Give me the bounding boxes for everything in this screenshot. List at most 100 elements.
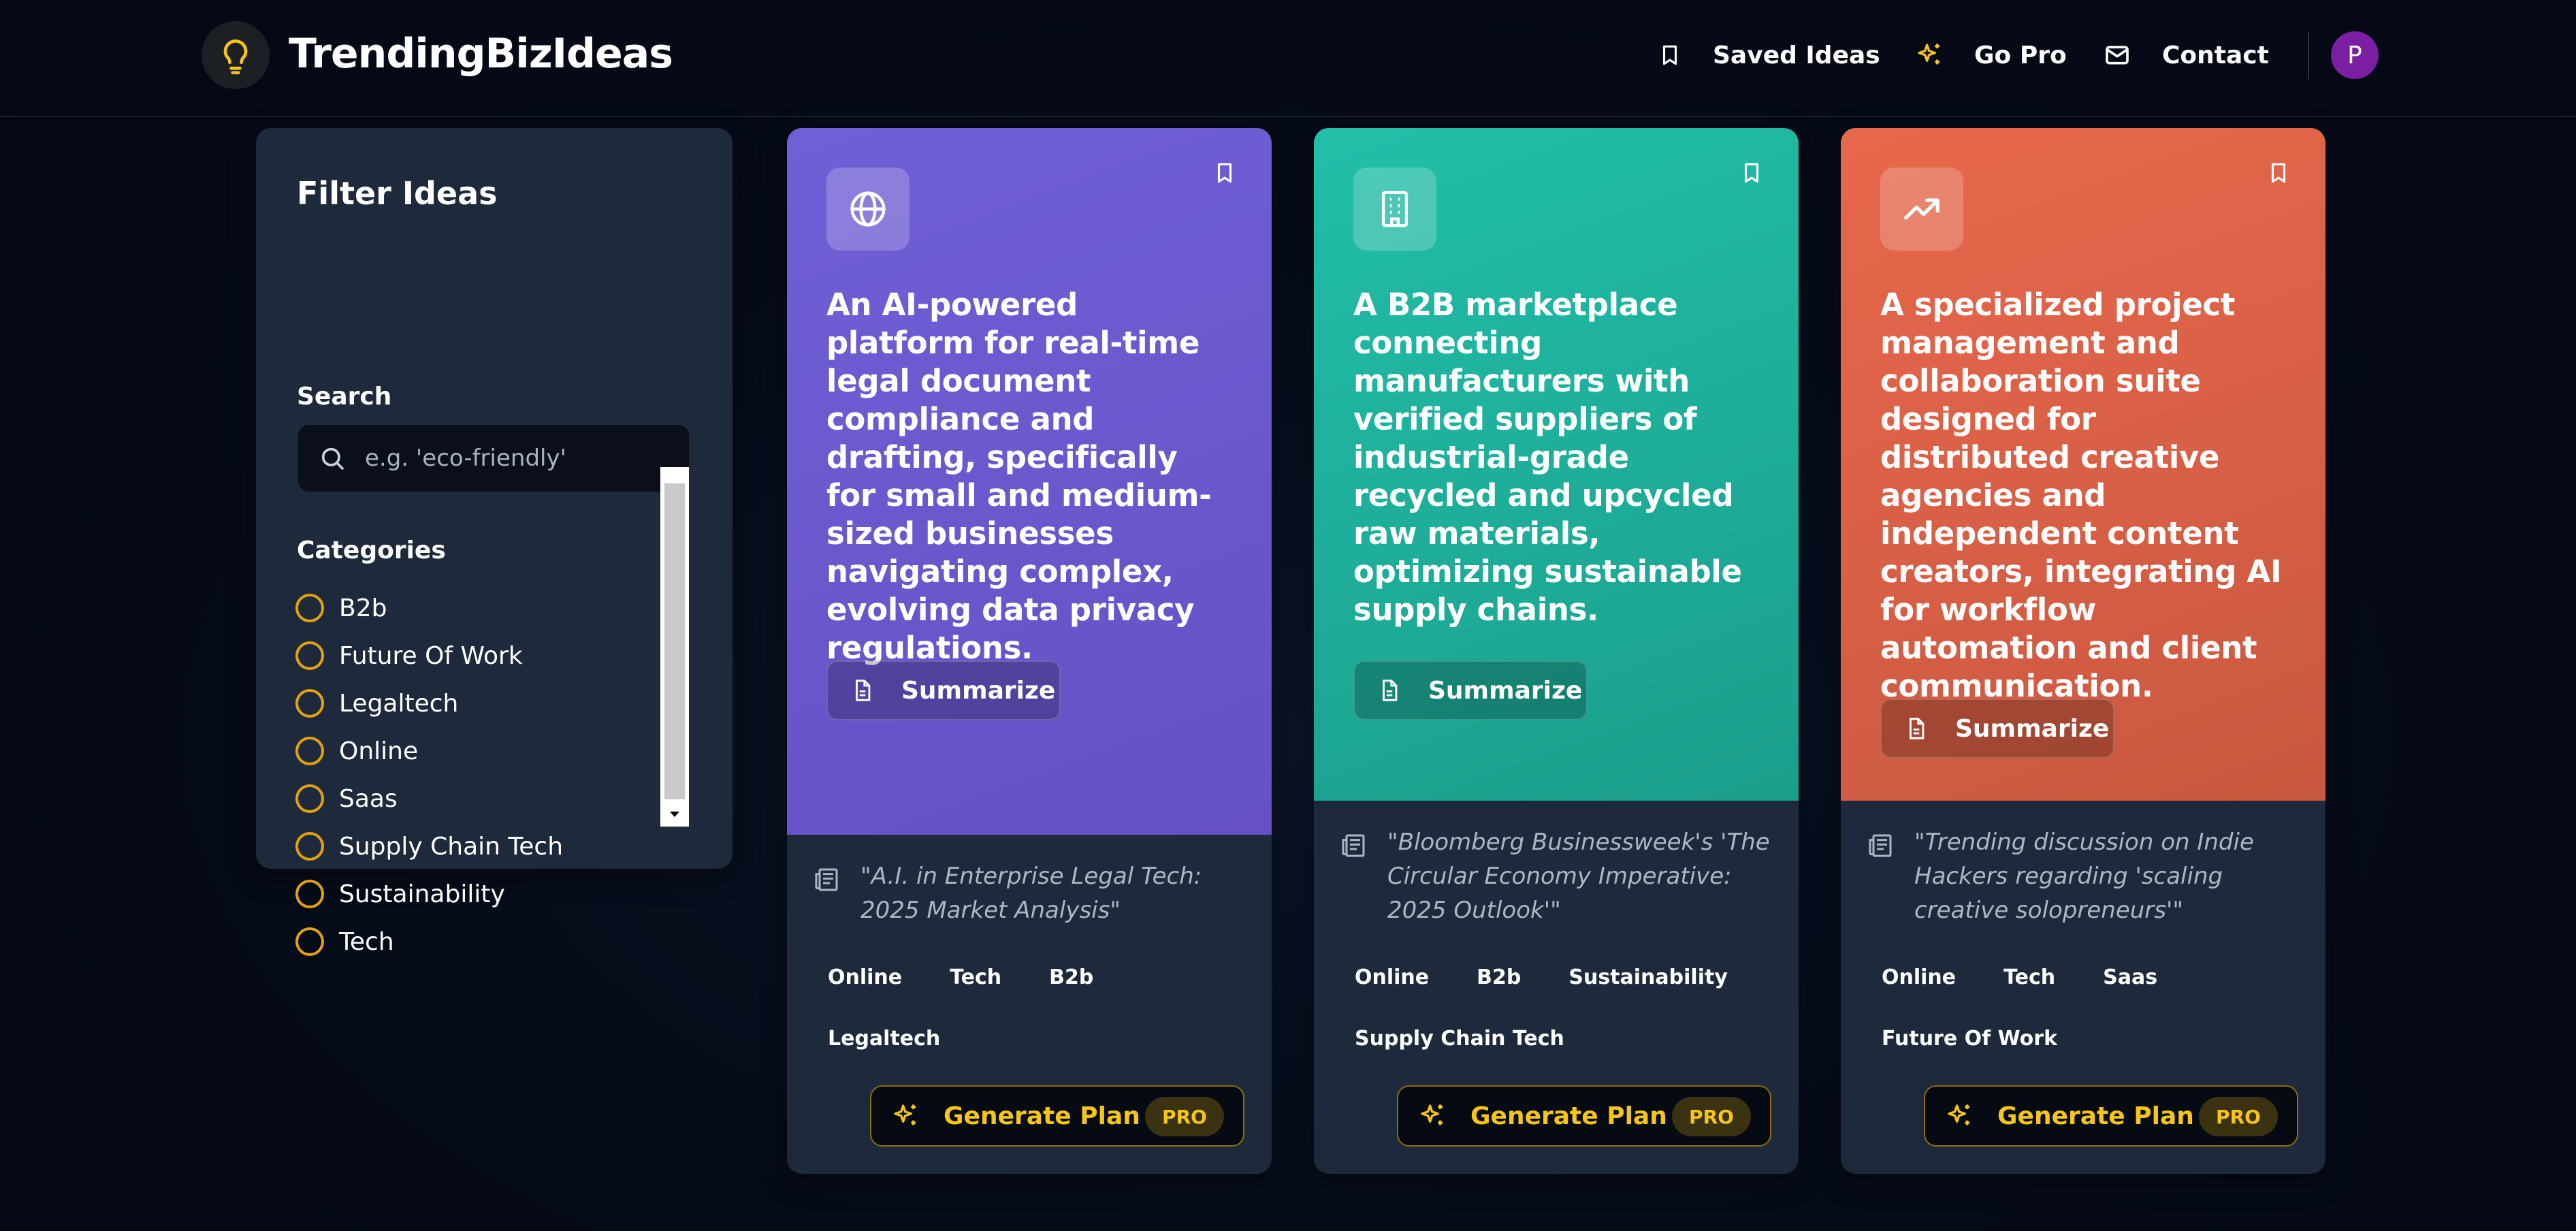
idea-source: "Trending discussion on Indie Hackers re…: [1867, 825, 2302, 927]
pro-badge: PRO: [2199, 1097, 2278, 1136]
category-label: B2b: [339, 594, 387, 622]
tag[interactable]: Saas: [2082, 956, 2178, 1000]
bookmark-icon: [1662, 45, 1677, 65]
summarize-label: Summarize: [901, 676, 1056, 705]
radio-button[interactable]: [295, 832, 324, 861]
radio-button[interactable]: [295, 880, 324, 908]
nav-saved-ideas-label: Saved Ideas: [1713, 41, 1880, 69]
tag[interactable]: Future Of Work: [1861, 1017, 2078, 1061]
radio-button[interactable]: [295, 641, 324, 670]
category-label: Tech: [339, 927, 394, 956]
category-item-online[interactable]: Online: [295, 727, 581, 775]
radio-button[interactable]: [295, 737, 324, 765]
pro-badge: PRO: [1145, 1097, 1224, 1136]
mail-icon: [2106, 46, 2129, 65]
idea-title: An AI-powered platform for real-time leg…: [826, 287, 1212, 666]
summarize-button[interactable]: Summarize: [826, 660, 1061, 720]
category-item-supply-chain-tech[interactable]: Supply Chain Tech: [295, 822, 581, 870]
generate-plan-button[interactable]: Generate Plan PRO: [1924, 1085, 2298, 1147]
generate-plan-label: Generate Plan: [944, 1102, 1140, 1130]
tag[interactable]: Tech: [1983, 956, 2076, 1000]
category-item-saas[interactable]: Saas: [295, 775, 581, 822]
sparkles-icon: [1421, 1104, 1443, 1125]
idea-source: "Bloomberg Businessweek's 'The Circular …: [1340, 825, 1775, 927]
newspaper-icon: [1869, 834, 1892, 857]
nav-contact[interactable]: Contact: [2104, 33, 2269, 78]
trending-up-icon: [1880, 167, 1963, 251]
bookmark-icon[interactable]: [1213, 159, 1236, 189]
scroll-down-arrow-icon[interactable]: [660, 802, 689, 827]
radio-button[interactable]: [295, 689, 324, 718]
category-item-sustainability[interactable]: Sustainability: [295, 870, 581, 918]
categories-label: Categories: [297, 537, 446, 564]
generate-plan-button[interactable]: Generate Plan PRO: [870, 1085, 1244, 1147]
idea-card: An AI-powered platform for real-time leg…: [787, 128, 1272, 1174]
file-text-icon: [856, 680, 871, 701]
tag[interactable]: Sustainability: [1548, 956, 1748, 1000]
nav-go-pro[interactable]: Go Pro: [1916, 33, 2067, 78]
search-icon: [321, 447, 344, 470]
category-label: Online: [339, 737, 419, 765]
bookmark-icon[interactable]: [2267, 159, 2290, 189]
search-label: Search: [297, 383, 392, 411]
building-icon: [1353, 167, 1436, 251]
bookmark-icon[interactable]: [1740, 159, 1763, 189]
tag-list: Online B2b Sustainability Supply Chain T…: [1334, 956, 1784, 1078]
nav-divider: [2308, 31, 2309, 79]
generate-plan-label: Generate Plan: [1470, 1102, 1667, 1130]
tag-list: Online Tech B2b Legaltech: [807, 956, 1257, 1078]
source-text: "Trending discussion on Indie Hackers re…: [1914, 829, 2254, 924]
pro-badge: PRO: [1672, 1097, 1751, 1136]
radio-button[interactable]: [295, 784, 324, 813]
category-label: Legaltech: [339, 689, 459, 718]
tag[interactable]: Legaltech: [807, 1017, 961, 1061]
summarize-label: Summarize: [1955, 714, 2110, 743]
scrollbar-thumb[interactable]: [664, 483, 685, 799]
search-field[interactable]: [298, 425, 689, 492]
generate-plan-button[interactable]: Generate Plan PRO: [1397, 1085, 1771, 1147]
idea-card-header: A B2B marketplace connecting manufacture…: [1314, 128, 1799, 801]
newspaper-icon: [815, 868, 838, 891]
sparkles-icon: [894, 1104, 916, 1125]
category-label: Sustainability: [339, 880, 505, 908]
tag[interactable]: Online: [1334, 956, 1449, 1000]
category-label: Future Of Work: [339, 641, 523, 670]
source-text: "Bloomberg Businessweek's 'The Circular …: [1387, 829, 1770, 924]
category-list: B2b Future Of Work Legaltech Online Saas…: [295, 584, 581, 965]
radio-button[interactable]: [295, 927, 324, 956]
lightbulb-logo-icon[interactable]: [202, 21, 270, 89]
category-item-tech[interactable]: Tech: [295, 918, 581, 965]
idea-card-header: An AI-powered platform for real-time leg…: [787, 128, 1272, 835]
category-item-future-of-work[interactable]: Future Of Work: [295, 632, 581, 680]
idea-title: A B2B marketplace connecting manufacture…: [1353, 287, 1742, 628]
radio-button[interactable]: [295, 594, 324, 622]
user-avatar[interactable]: P: [2331, 31, 2379, 79]
summarize-button[interactable]: Summarize: [1880, 699, 2114, 758]
top-nav-bar: TrendingBizIdeas Saved Ideas Go Pro Cont…: [0, 0, 2576, 117]
idea-card-header: A specialized project management and col…: [1841, 128, 2325, 801]
idea-card: A specialized project management and col…: [1841, 128, 2325, 1174]
tag[interactable]: Online: [1861, 956, 1976, 1000]
tag[interactable]: Online: [807, 956, 922, 1000]
newspaper-icon: [1342, 834, 1365, 857]
nav-contact-label: Contact: [2162, 41, 2269, 69]
filter-title: Filter Ideas: [297, 175, 498, 212]
category-item-b2b[interactable]: B2b: [295, 584, 581, 632]
tag[interactable]: Supply Chain Tech: [1334, 1017, 1585, 1061]
tag[interactable]: Tech: [929, 956, 1022, 1000]
category-scrollbar[interactable]: [660, 467, 689, 827]
sparkles-icon: [1918, 44, 1939, 65]
idea-title: A specialized project management and col…: [1880, 287, 2282, 704]
file-text-icon: [1910, 718, 1925, 739]
sparkles-icon: [1948, 1104, 1969, 1125]
filter-sidebar: Filter Ideas Search Categories B2b Futur…: [256, 128, 732, 956]
brand-name[interactable]: TrendingBizIdeas: [289, 26, 673, 82]
tag[interactable]: B2b: [1456, 956, 1541, 1000]
category-item-legaltech[interactable]: Legaltech: [295, 680, 581, 727]
nav-saved-ideas[interactable]: Saved Ideas: [1658, 33, 1880, 78]
idea-card: A B2B marketplace connecting manufacture…: [1314, 128, 1799, 1174]
file-text-icon: [1383, 680, 1398, 701]
search-input[interactable]: [365, 445, 678, 472]
summarize-button[interactable]: Summarize: [1353, 660, 1588, 720]
tag[interactable]: B2b: [1029, 956, 1114, 1000]
